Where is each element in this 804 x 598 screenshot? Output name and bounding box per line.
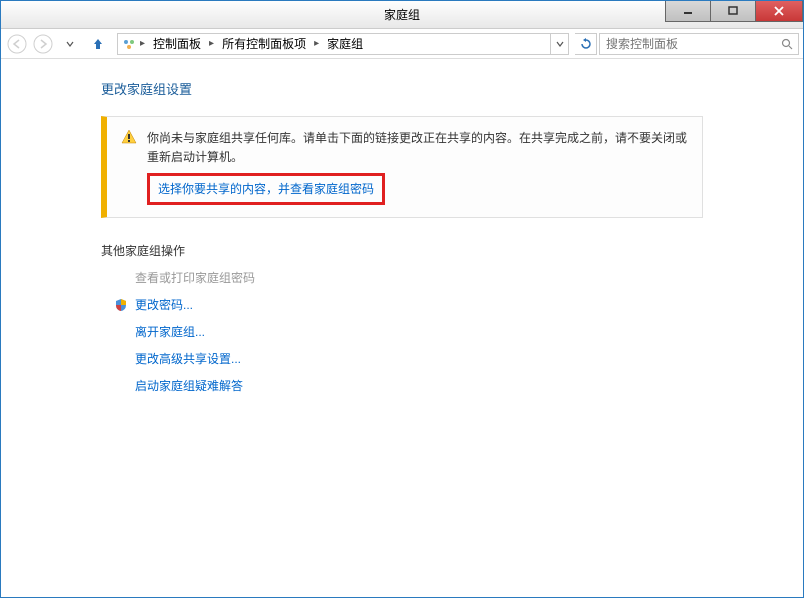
up-button[interactable] <box>85 31 111 57</box>
search-box[interactable] <box>599 33 799 55</box>
titlebar: 家庭组 <box>1 1 803 29</box>
action-view-password: 查看或打印家庭组密码 <box>113 269 703 286</box>
chevron-down-icon <box>556 40 564 48</box>
breadcrumb-sep: ▸ <box>312 38 321 49</box>
action-leave-homegroup[interactable]: 离开家庭组... <box>113 323 703 340</box>
action-list: 查看或打印家庭组密码 更改密码... 离开家庭组... 更改高级共享设置... … <box>101 269 703 394</box>
minimize-icon <box>683 6 693 16</box>
maximize-button[interactable] <box>710 1 756 22</box>
action-label: 查看或打印家庭组密码 <box>135 269 255 286</box>
caption-buttons <box>666 1 803 22</box>
shield-icon <box>113 297 129 313</box>
back-icon <box>7 34 27 54</box>
window: 家庭组 ▸ <box>0 0 804 598</box>
refresh-button[interactable] <box>575 33 597 55</box>
chevron-down-icon <box>66 40 74 48</box>
share-content-link[interactable]: 选择你要共享的内容，并查看家庭组密码 <box>158 182 374 196</box>
action-label: 更改密码... <box>135 296 193 313</box>
back-button[interactable] <box>5 32 29 56</box>
breadcrumb-item-1[interactable]: 所有控制面板项 <box>216 34 312 54</box>
forward-icon <box>33 34 53 54</box>
action-advanced-sharing[interactable]: 更改高级共享设置... <box>113 350 703 367</box>
page-title: 更改家庭组设置 <box>101 79 703 98</box>
other-actions-title: 其他家庭组操作 <box>101 242 703 259</box>
content-area: 更改家庭组设置 你尚未与家庭组共享任何库。请单击下面的链接更改正在共享的内容。在… <box>1 59 803 597</box>
action-label: 离开家庭组... <box>135 323 205 340</box>
breadcrumb-item-0[interactable]: 控制面板 <box>147 34 207 54</box>
search-input[interactable] <box>600 37 776 51</box>
breadcrumb-sep: ▸ <box>207 38 216 49</box>
breadcrumb-dropdown[interactable] <box>550 34 568 54</box>
minimize-button[interactable] <box>665 1 711 22</box>
breadcrumb-item-2[interactable]: 家庭组 <box>321 34 369 54</box>
notice-text: 你尚未与家庭组共享任何库。请单击下面的链接更改正在共享的内容。在共享完成之前，请… <box>147 129 688 167</box>
navbar: ▸ 控制面板 ▸ 所有控制面板项 ▸ 家庭组 <box>1 29 803 59</box>
breadcrumb-sep: ▸ <box>138 38 147 49</box>
close-button[interactable] <box>755 1 803 22</box>
breadcrumb[interactable]: ▸ 控制面板 ▸ 所有控制面板项 ▸ 家庭组 <box>117 33 569 55</box>
forward-button[interactable] <box>31 32 55 56</box>
action-change-password[interactable]: 更改密码... <box>113 296 703 313</box>
highlight-box: 选择你要共享的内容，并查看家庭组密码 <box>147 173 385 205</box>
notice-box: 你尚未与家庭组共享任何库。请单击下面的链接更改正在共享的内容。在共享完成之前，请… <box>101 116 703 218</box>
action-label: 更改高级共享设置... <box>135 350 241 367</box>
warning-icon <box>121 129 137 205</box>
search-icon[interactable] <box>776 38 798 50</box>
up-icon <box>91 37 105 51</box>
maximize-icon <box>728 6 738 16</box>
refresh-icon <box>580 38 592 50</box>
close-icon <box>774 6 784 16</box>
history-dropdown[interactable] <box>57 31 83 57</box>
homegroup-icon <box>120 37 138 51</box>
action-label: 启动家庭组疑难解答 <box>135 377 243 394</box>
action-troubleshoot[interactable]: 启动家庭组疑难解答 <box>113 377 703 394</box>
